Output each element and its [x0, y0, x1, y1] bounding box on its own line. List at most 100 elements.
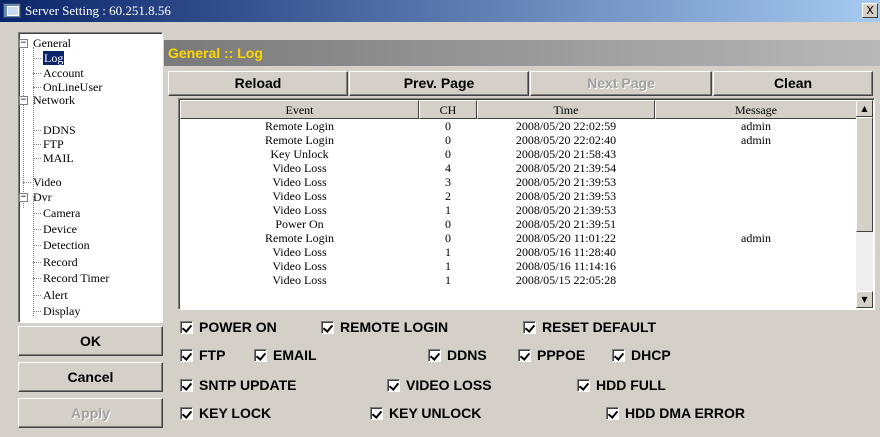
checkmark-icon[interactable] — [370, 407, 383, 420]
checkmark-icon[interactable] — [180, 321, 193, 334]
checkmark-icon[interactable] — [387, 379, 400, 392]
checkmark-icon[interactable] — [180, 349, 193, 362]
checkbox-hdd-full[interactable]: HDD FULL — [577, 377, 666, 393]
cell-ch: 1 — [445, 245, 451, 259]
table-row[interactable]: Video Loss 1 2008/05/16 11:28:40 — [180, 246, 857, 259]
checkbox-power-on[interactable]: POWER ON — [180, 319, 277, 335]
checkbox-key-lock[interactable]: KEY LOCK — [180, 405, 271, 421]
prev-page-button[interactable]: Prev. Page — [349, 71, 529, 96]
ok-button[interactable]: OK — [18, 326, 163, 356]
settings-tree[interactable]: − General Log Account OnLineUser − Netwo… — [18, 32, 163, 323]
tree-line — [33, 295, 41, 296]
table-row[interactable]: Video Loss 3 2008/05/20 21:39:53 — [180, 176, 857, 189]
checkmark-icon[interactable] — [254, 349, 267, 362]
column-header-message[interactable]: Message — [655, 100, 857, 119]
checkbox-email[interactable]: EMAIL — [254, 347, 317, 363]
tree-item-camera[interactable]: Camera — [43, 206, 80, 220]
tree-item-network[interactable]: − Network — [19, 93, 75, 107]
checkbox-key-unlock[interactable]: KEY UNLOCK — [370, 405, 481, 421]
column-header-ch[interactable]: CH — [419, 100, 477, 119]
tree-item-log[interactable]: Log — [43, 51, 65, 65]
tree-item-alert[interactable]: Alert — [43, 288, 68, 302]
checkmark-icon[interactable] — [606, 407, 619, 420]
column-header-event[interactable]: Event — [180, 100, 419, 119]
table-row[interactable]: Video Loss 4 2008/05/20 21:39:54 — [180, 162, 857, 175]
cell-time: 2008/05/20 22:02:59 — [515, 119, 617, 133]
reload-button[interactable]: Reload — [168, 71, 348, 96]
tree-item-ddns[interactable]: DDNS — [43, 123, 76, 137]
tree-item-detection[interactable]: Detection — [43, 238, 90, 252]
table-row[interactable]: Key Unlock 0 2008/05/20 21:58:43 — [180, 148, 857, 161]
log-table[interactable]: Event CH Time Message Remote Login 0 2008/… — [178, 98, 875, 310]
table-row[interactable]: Power On 0 2008/05/20 21:39:51 — [180, 218, 857, 231]
apply-button[interactable]: Apply — [18, 398, 163, 428]
checkmark-icon[interactable] — [518, 349, 531, 362]
tree-item-record[interactable]: Record — [43, 255, 78, 269]
cell-event: Key Unlock — [270, 147, 329, 161]
tree-item-general[interactable]: − General — [19, 36, 71, 50]
tree-item-onlineuser[interactable]: OnLineUser — [43, 80, 102, 94]
checkbox-label: HDD DMA ERROR — [625, 405, 746, 421]
checkbox-label: DHCP — [631, 347, 671, 363]
cell-time: 2008/05/16 11:14:16 — [516, 259, 616, 273]
next-page-button[interactable]: Next Page — [530, 71, 712, 96]
table-row[interactable]: Video Loss 1 2008/05/15 22:05:28 — [180, 274, 857, 287]
tree-item-dvr[interactable]: − Dvr — [19, 190, 52, 204]
table-scrollbar[interactable]: ▲ ▼ — [856, 100, 873, 308]
table-row[interactable]: Video Loss 2 2008/05/20 21:39:53 — [180, 190, 857, 203]
cell-time: 2008/05/20 11:01:22 — [516, 231, 616, 245]
checkbox-ddns[interactable]: DDNS — [428, 347, 487, 363]
collapse-icon[interactable]: − — [19, 193, 28, 202]
cell-ch: 4 — [445, 161, 451, 175]
tree-item-label: Account — [43, 66, 84, 80]
app-window-icon — [3, 3, 21, 18]
tree-item-ftp[interactable]: FTP — [43, 137, 64, 151]
column-header-time[interactable]: Time — [477, 100, 655, 119]
tree-item-device[interactable]: Device — [43, 222, 77, 236]
collapse-icon[interactable]: − — [19, 39, 28, 48]
checkmark-icon[interactable] — [180, 379, 193, 392]
checkmark-icon[interactable] — [523, 321, 536, 334]
checkbox-video-loss[interactable]: VIDEO LOSS — [387, 377, 492, 393]
table-row[interactable]: Remote Login 0 2008/05/20 22:02:40 admin — [180, 134, 857, 147]
cell-event: Video Loss — [272, 203, 327, 217]
table-row[interactable]: Remote Login 0 2008/05/20 22:02:59 admin — [180, 120, 857, 133]
clean-button[interactable]: Clean — [713, 71, 873, 96]
cell-time: 2008/05/15 22:05:28 — [515, 273, 617, 287]
table-row[interactable]: Video Loss 1 2008/05/16 11:14:16 — [180, 260, 857, 273]
checkbox-pppoe[interactable]: PPPOE — [518, 347, 585, 363]
tree-item-account[interactable]: Account — [43, 66, 84, 80]
collapse-icon[interactable]: − — [19, 96, 28, 105]
table-row[interactable]: Video Loss 1 2008/05/20 21:39:53 — [180, 204, 857, 217]
cancel-button[interactable]: Cancel — [18, 362, 163, 392]
tree-item-label: Log — [43, 51, 65, 65]
checkbox-label: KEY LOCK — [199, 405, 272, 421]
tree-item-record-timer[interactable]: Record Timer — [43, 271, 109, 285]
tree-item-mail[interactable]: MAIL — [43, 151, 74, 165]
checkmark-icon[interactable] — [612, 349, 625, 362]
tree-item-video[interactable]: Video — [33, 175, 62, 189]
scroll-up-icon[interactable]: ▲ — [856, 100, 873, 117]
checkmark-icon[interactable] — [428, 349, 441, 362]
tree-item-label: Display — [43, 304, 81, 318]
checkbox-ftp[interactable]: FTP — [180, 347, 225, 363]
checkbox-hdd-dma-error[interactable]: HDD DMA ERROR — [606, 405, 745, 421]
checkbox-label: REMOTE LOGIN — [340, 319, 449, 335]
cell-time: 2008/05/20 21:39:53 — [515, 203, 617, 217]
scroll-thumb[interactable] — [856, 117, 873, 232]
checkbox-reset-default[interactable]: RESET DEFAULT — [523, 319, 656, 335]
scroll-down-icon[interactable]: ▼ — [856, 291, 873, 308]
close-button[interactable]: X — [862, 3, 878, 18]
checkbox-dhcp[interactable]: DHCP — [612, 347, 671, 363]
cell-time: 2008/05/20 21:39:53 — [515, 189, 617, 203]
checkmark-icon[interactable] — [321, 321, 334, 334]
checkbox-sntp-update[interactable]: SNTP UPDATE — [180, 377, 297, 393]
tree-item-display[interactable]: Display — [43, 304, 80, 318]
cell-time: 2008/05/20 21:39:51 — [515, 217, 617, 231]
tree-item-label: Video — [33, 175, 62, 189]
cell-event: Video Loss — [272, 245, 327, 259]
checkmark-icon[interactable] — [180, 407, 193, 420]
checkbox-remote-login[interactable]: REMOTE LOGIN — [321, 319, 448, 335]
checkmark-icon[interactable] — [577, 379, 590, 392]
table-row[interactable]: Remote Login 0 2008/05/20 11:01:22 admin — [180, 232, 857, 245]
